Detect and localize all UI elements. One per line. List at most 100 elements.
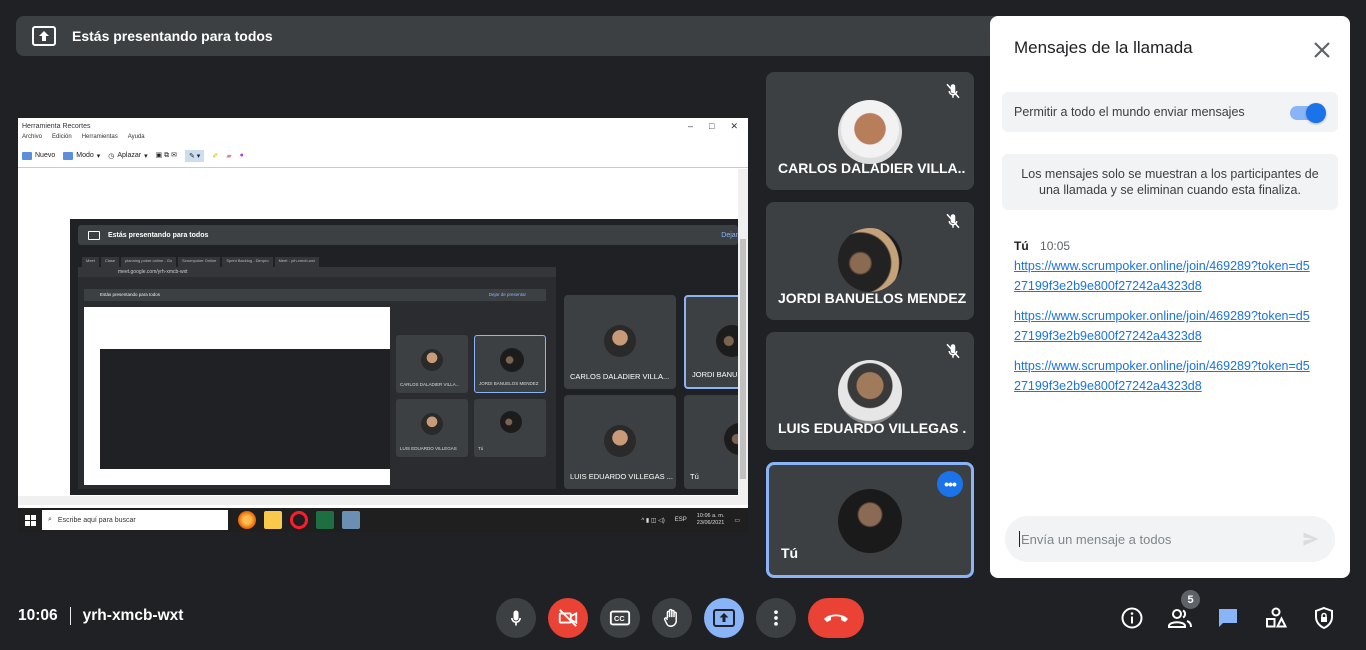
meeting-info: 10:06 yrh-xmcb-wxt — [18, 607, 183, 625]
chat-input-placeholder: Envía un mensaje a todos — [1021, 531, 1172, 547]
minimize-icon: – — [688, 120, 694, 131]
inner-tab: Meet - yrh-xmcb-wxt — [274, 257, 319, 267]
inner-tab: Clase — [100, 257, 120, 267]
participant-name: JORDI BANUELOS MENDEZ — [778, 290, 966, 306]
message-sender: Tú — [1014, 239, 1029, 253]
send-icon[interactable] — [1301, 529, 1321, 549]
host-controls-button[interactable] — [1310, 604, 1338, 632]
message-link[interactable]: https://www.scrumpoker.online/join/46928… — [1014, 306, 1314, 346]
inner-tab: Sprint Backlog - Dimpro — [222, 257, 273, 267]
captions-button[interactable]: CC — [600, 598, 640, 638]
snip-new-label: Nuevo — [35, 152, 56, 159]
mini-tile-name: Tú — [478, 446, 484, 451]
snip-titlebar: Herramienta Recortes – □ ✕ — [18, 118, 748, 134]
inner-tile-name: LUIS EDUARDO VILLEGAS ... — [570, 472, 673, 481]
nested-meet — [100, 349, 390, 469]
search-icon: ⌕ — [48, 516, 52, 523]
inner-banner: Estás presentando para todos Dejar — [78, 225, 738, 245]
notifications-icon: ▭ — [734, 517, 740, 524]
avatar — [500, 348, 524, 372]
mic-off-icon — [946, 343, 960, 359]
participant-tile[interactable]: LUIS EDUARDO VILLEGAS ... — [766, 332, 974, 450]
activities-button[interactable] — [1262, 604, 1290, 632]
close-icon[interactable] — [1310, 38, 1334, 62]
meeting-time: 10:06 — [18, 607, 58, 624]
raise-hand-icon — [663, 608, 677, 627]
avatar — [604, 425, 636, 457]
close-icon: ✕ — [730, 120, 738, 131]
tray-icons: ^ ▮ ◫ ◁) — [641, 517, 665, 524]
inner-tile: LUIS EDUARDO VILLEGAS ... — [564, 395, 676, 489]
message-link[interactable]: https://www.scrumpoker.online/join/46928… — [1014, 256, 1314, 296]
more-options-button[interactable] — [756, 598, 796, 638]
windows-start-icon — [18, 508, 42, 532]
inner-tab: Scrumpoker Online — [178, 257, 221, 267]
tray-date: 23/06/2021 — [696, 520, 725, 526]
mic-button[interactable] — [496, 598, 536, 638]
present-now-icon — [713, 609, 735, 627]
allow-messages-toggle[interactable] — [1290, 102, 1326, 123]
snip-app-title: Herramienta Recortes — [22, 122, 91, 130]
highlighter-icon: ✐ — [212, 152, 219, 160]
snip-menu-item: Edición — [52, 134, 72, 140]
people-icon — [1168, 609, 1192, 628]
inner-tile-name: JORDI BANUELOS MENDEZ — [692, 370, 738, 379]
meeting-details-button[interactable] — [1118, 604, 1146, 632]
paint3d-icon: ● — [239, 152, 244, 159]
inner-tab: planning poker online - Go — [121, 257, 177, 267]
more-vert-icon — [774, 610, 778, 626]
save-icon: ▣ ⧉ ✉ — [155, 152, 177, 159]
raise-hand-button[interactable] — [652, 598, 692, 638]
participant-name: LUIS EDUARDO VILLEGAS ... — [778, 420, 966, 436]
horizontal-scrollbar — [18, 496, 748, 505]
mini-tile-name: JORDI BANUELOS MENDEZ — [479, 381, 539, 386]
avatar — [500, 411, 522, 433]
avatar — [838, 100, 902, 164]
inner-banner-text: Estás presentando para todos — [108, 231, 209, 239]
inner-browser: Meet Clase planning poker online - Go Sc… — [78, 257, 556, 489]
participant-tile[interactable]: JORDI BANUELOS MENDEZ — [766, 202, 974, 320]
inner-stop2-link: Dejar de presentar — [488, 292, 526, 297]
avatar — [604, 325, 636, 357]
avatar — [838, 360, 902, 424]
eraser-icon: ▰ — [226, 152, 232, 160]
present-now-button[interactable] — [704, 598, 744, 638]
allow-messages-label: Permitir a todo el mundo enviar mensajes — [1014, 105, 1245, 119]
inner-tile-name: Tú — [690, 472, 699, 481]
inner-tile: CARLOS DALADIER VILLA... — [564, 295, 676, 389]
mini-tile: CARLOS DALADIER VILLA... — [396, 335, 468, 393]
snip-menu-item: Herramientas — [81, 134, 118, 140]
mic-off-icon — [946, 83, 960, 99]
mini-tile-name: LUIS EDUARDO VILLEGAS — [400, 446, 457, 451]
mini-tile: LUIS EDUARDO VILLEGAS — [396, 399, 468, 457]
chat-input[interactable]: Envía un mensaje a todos — [1005, 516, 1335, 562]
mini-tile: Tú — [474, 399, 546, 457]
chat-title: Mensajes de la llamada — [1014, 38, 1193, 57]
chat-panel: Mensajes de la llamada Permitir a todo e… — [990, 16, 1350, 578]
captions-icon: CC — [609, 610, 631, 626]
snip-menu-item: Archivo — [22, 134, 43, 140]
inner-banner-2: Estás presentando para todos Dejar de pr… — [84, 289, 546, 301]
more-options-icon[interactable]: ••• — [937, 471, 963, 497]
participant-tile[interactable]: CARLOS DALADIER VILLA... — [766, 72, 974, 190]
presenting-text: Estás presentando para todos — [72, 28, 273, 44]
presenting-banner: Estás presentando para todos — [16, 16, 996, 56]
inner-stop-link: Dejar — [721, 231, 738, 239]
allow-messages-row: Permitir a todo el mundo enviar mensajes — [1002, 92, 1338, 132]
end-call-button[interactable] — [808, 598, 864, 638]
end-call-icon — [824, 614, 848, 622]
file-explorer-icon — [264, 511, 282, 529]
tray-lang: ESP — [674, 517, 687, 523]
svg-text:CC: CC — [614, 614, 625, 623]
mic-off-icon — [946, 213, 960, 229]
camera-button[interactable] — [548, 598, 588, 638]
chat-button[interactable] — [1214, 604, 1242, 632]
avatar — [838, 489, 902, 553]
inner-banner2-text: Estás presentando para todos — [100, 292, 161, 297]
excel-icon — [316, 511, 334, 529]
self-tile[interactable]: ••• Tú — [766, 462, 974, 578]
message-link[interactable]: https://www.scrumpoker.online/join/46928… — [1014, 356, 1314, 396]
camera-off-icon — [558, 609, 578, 627]
inner-tile: JORDI BANUELOS MENDEZ — [684, 295, 738, 389]
inner-tab: Meet — [82, 257, 99, 267]
